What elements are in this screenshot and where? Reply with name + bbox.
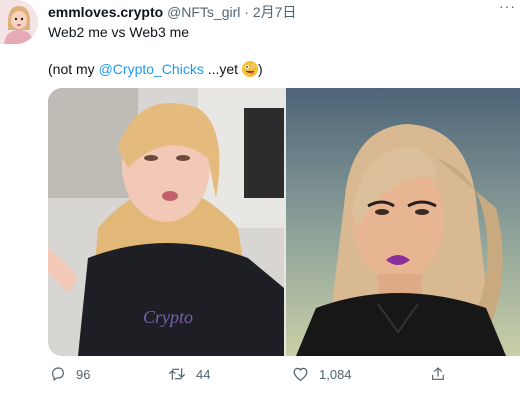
reply-button[interactable]: 96	[50, 366, 90, 382]
retweet-button[interactable]: 44	[168, 366, 210, 382]
zany-face-emoji-icon	[241, 61, 258, 77]
reply-icon	[52, 367, 64, 381]
tweet-text-line1: Web2 me vs Web3 me	[48, 24, 190, 40]
heart-icon	[293, 367, 308, 382]
action-bar: 96 44 1,084	[48, 366, 520, 390]
retweet-icon	[169, 368, 185, 380]
like-button[interactable]: 1,084	[292, 366, 352, 382]
text-end: )	[257, 61, 263, 77]
avatar[interactable]	[0, 0, 38, 44]
retweet-count: 44	[196, 366, 211, 382]
more-options-icon[interactable]: ···	[499, 0, 516, 14]
avatar-image	[0, 0, 38, 44]
separator-dot: ·	[244, 4, 249, 20]
photo-web3[interactable]	[286, 88, 520, 356]
mention-link[interactable]: @Crypto_Chicks	[99, 61, 204, 77]
reply-count: 96	[76, 366, 91, 382]
photo-web2[interactable]: Crypto	[48, 88, 284, 356]
like-count: 1,084	[319, 366, 352, 382]
tweet-header: emmloves.crypto @NFTs_girl · 2月7日	[48, 2, 296, 22]
share-icon	[432, 367, 444, 380]
svg-text:Crypto: Crypto	[143, 307, 193, 327]
text-suffix: ...yet	[203, 61, 242, 77]
tweet-text-line2: (not my @Crypto_Chicks ...yet )	[48, 61, 263, 77]
share-button[interactable]	[430, 366, 446, 382]
text-prefix: (not my	[48, 61, 99, 77]
tweet[interactable]: emmloves.crypto @NFTs_girl · 2月7日 ··· We…	[0, 0, 520, 400]
media-grid: Crypto	[48, 88, 520, 356]
tweet-date[interactable]: 2月7日	[253, 4, 297, 20]
user-handle[interactable]: @NFTs_girl	[167, 4, 240, 20]
display-name[interactable]: emmloves.crypto	[48, 4, 163, 20]
